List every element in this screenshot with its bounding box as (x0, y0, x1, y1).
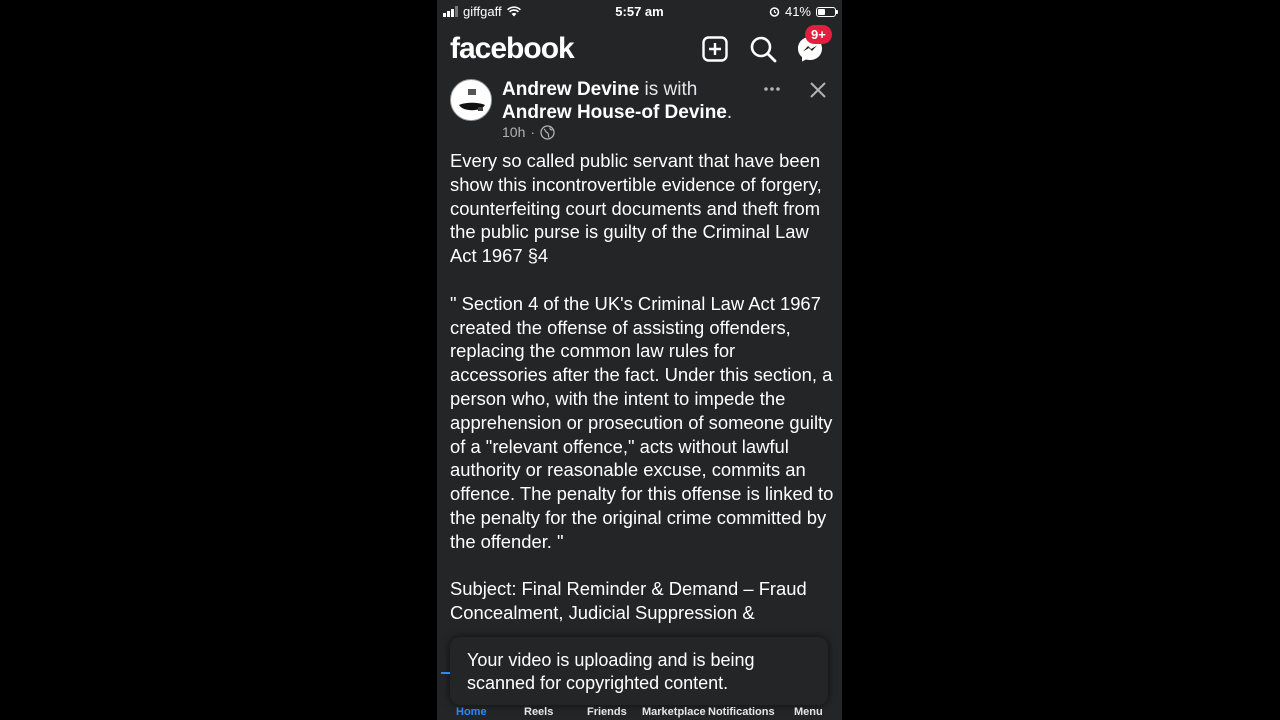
bottom-nav: Home Reels Friends Marketplace Notificat… (437, 704, 842, 720)
add-icon[interactable] (700, 34, 730, 64)
nav-item-marketplace[interactable]: Marketplace (642, 706, 706, 718)
search-icon[interactable] (748, 34, 778, 64)
facebook-logo[interactable]: facebook (450, 32, 575, 66)
globe-icon (540, 124, 555, 140)
post-paragraph: Subject: Final Reminder & Demand – Fraud… (450, 578, 807, 624)
nav-item-home[interactable]: Home (456, 706, 487, 718)
avatar[interactable] (450, 79, 492, 121)
post-meta: 10h · (502, 124, 555, 140)
post-time[interactable]: 10h (502, 124, 525, 140)
tagged-name[interactable]: Andrew House-of Devine (502, 102, 727, 123)
author-name[interactable]: Andrew Devine (502, 79, 639, 100)
nav-item-menu[interactable]: Menu (794, 706, 823, 718)
battery-fill (818, 8, 825, 15)
alarm-icon (769, 7, 780, 17)
messenger-badge: 9+ (805, 25, 832, 44)
close-icon[interactable] (808, 80, 828, 100)
period: . (726, 102, 733, 123)
post-text: Every so called public servant that have… (450, 149, 835, 625)
upload-progress-bar (441, 672, 450, 674)
nav-item-reels[interactable]: Reels (524, 706, 553, 718)
battery-icon (816, 6, 838, 17)
post-paragraph: " Section 4 of the UK's Criminal Law Act… (450, 292, 834, 552)
post-author-line: Andrew Devine is with Andrew House-of De… (502, 78, 742, 124)
with-text: is with (644, 79, 698, 100)
status-bar: giffgaff 5:57 am 41% (437, 0, 842, 24)
nav-item-friends[interactable]: Friends (587, 706, 627, 718)
nav-item-notifications[interactable]: Notifications (708, 706, 775, 718)
toast-message: Your video is uploading and is being sca… (467, 650, 755, 693)
upload-toast: Your video is uploading and is being sca… (450, 637, 828, 705)
post-paragraph: Every so called public servant that have… (450, 150, 822, 267)
more-options-icon[interactable] (762, 79, 782, 99)
battery-percent: 41% (784, 4, 811, 19)
meta-separator: · (530, 124, 536, 140)
avatar-image (452, 81, 491, 120)
phone-screen: giffgaff 5:57 am 41% facebook 9+ Andrew … (437, 0, 842, 720)
app-header: facebook 9+ (437, 25, 842, 72)
